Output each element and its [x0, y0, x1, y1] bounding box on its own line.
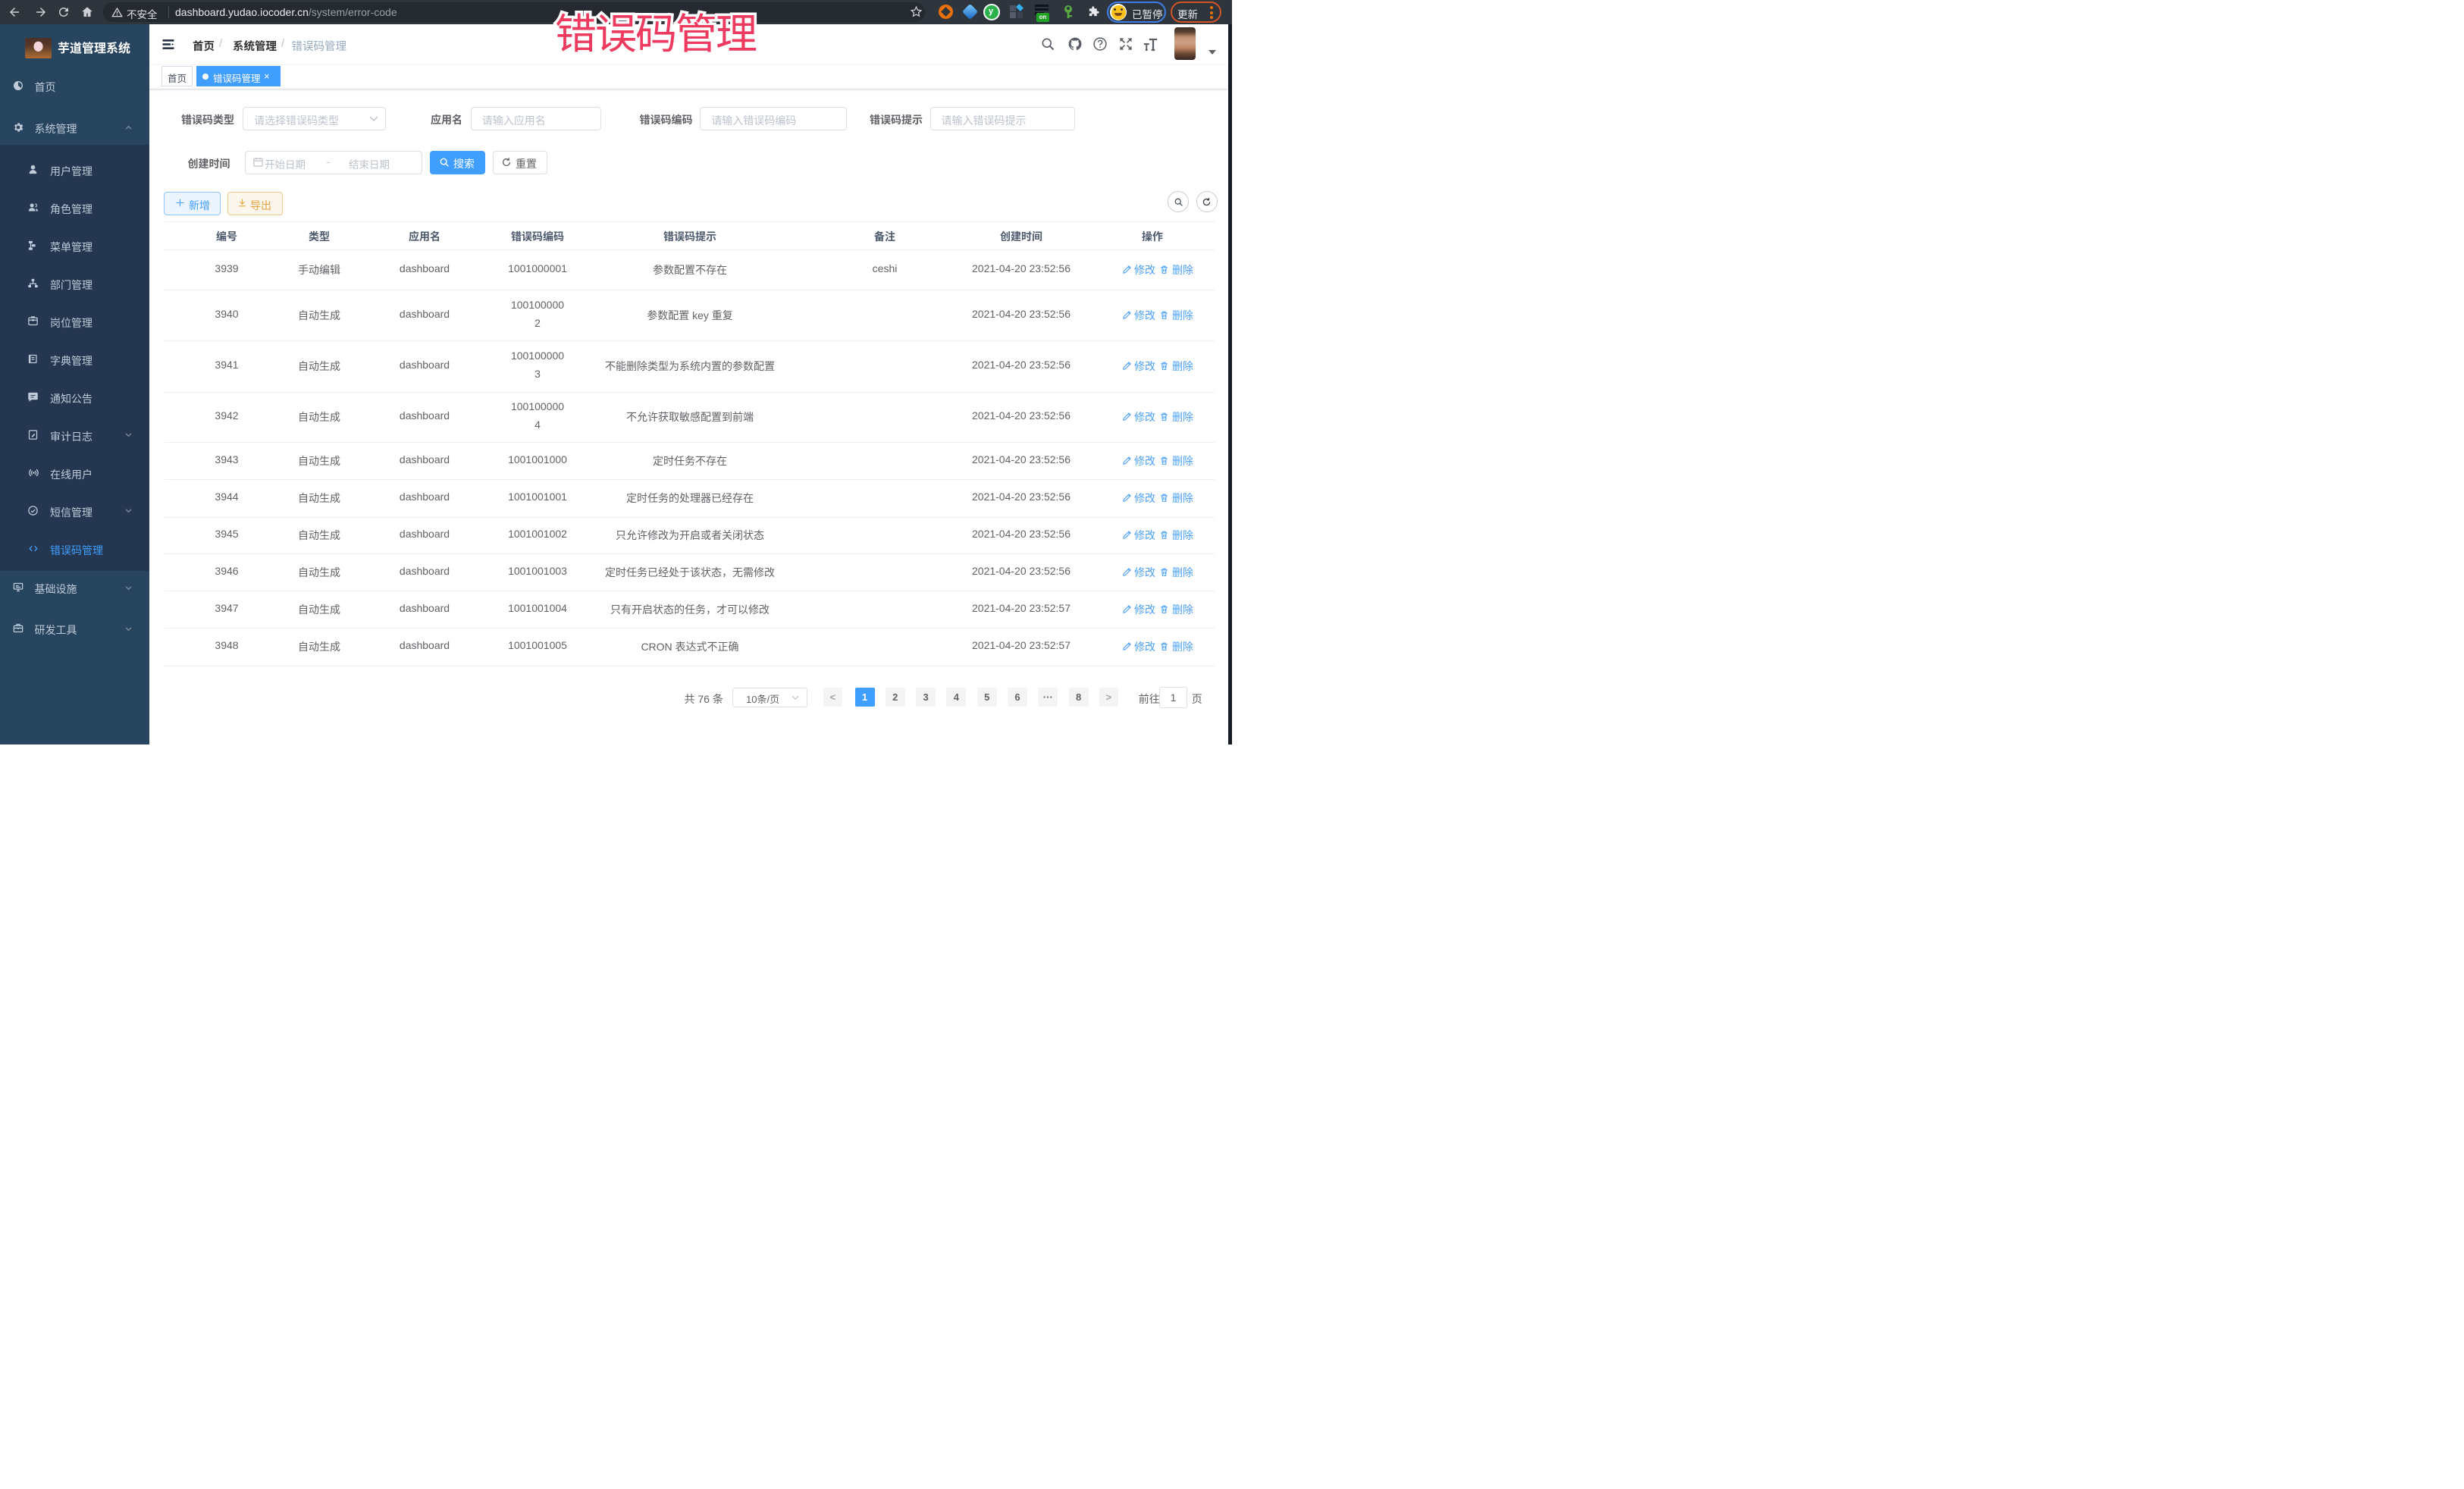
svg-text:错误码管理: 错误码管理: [555, 0, 757, 61]
